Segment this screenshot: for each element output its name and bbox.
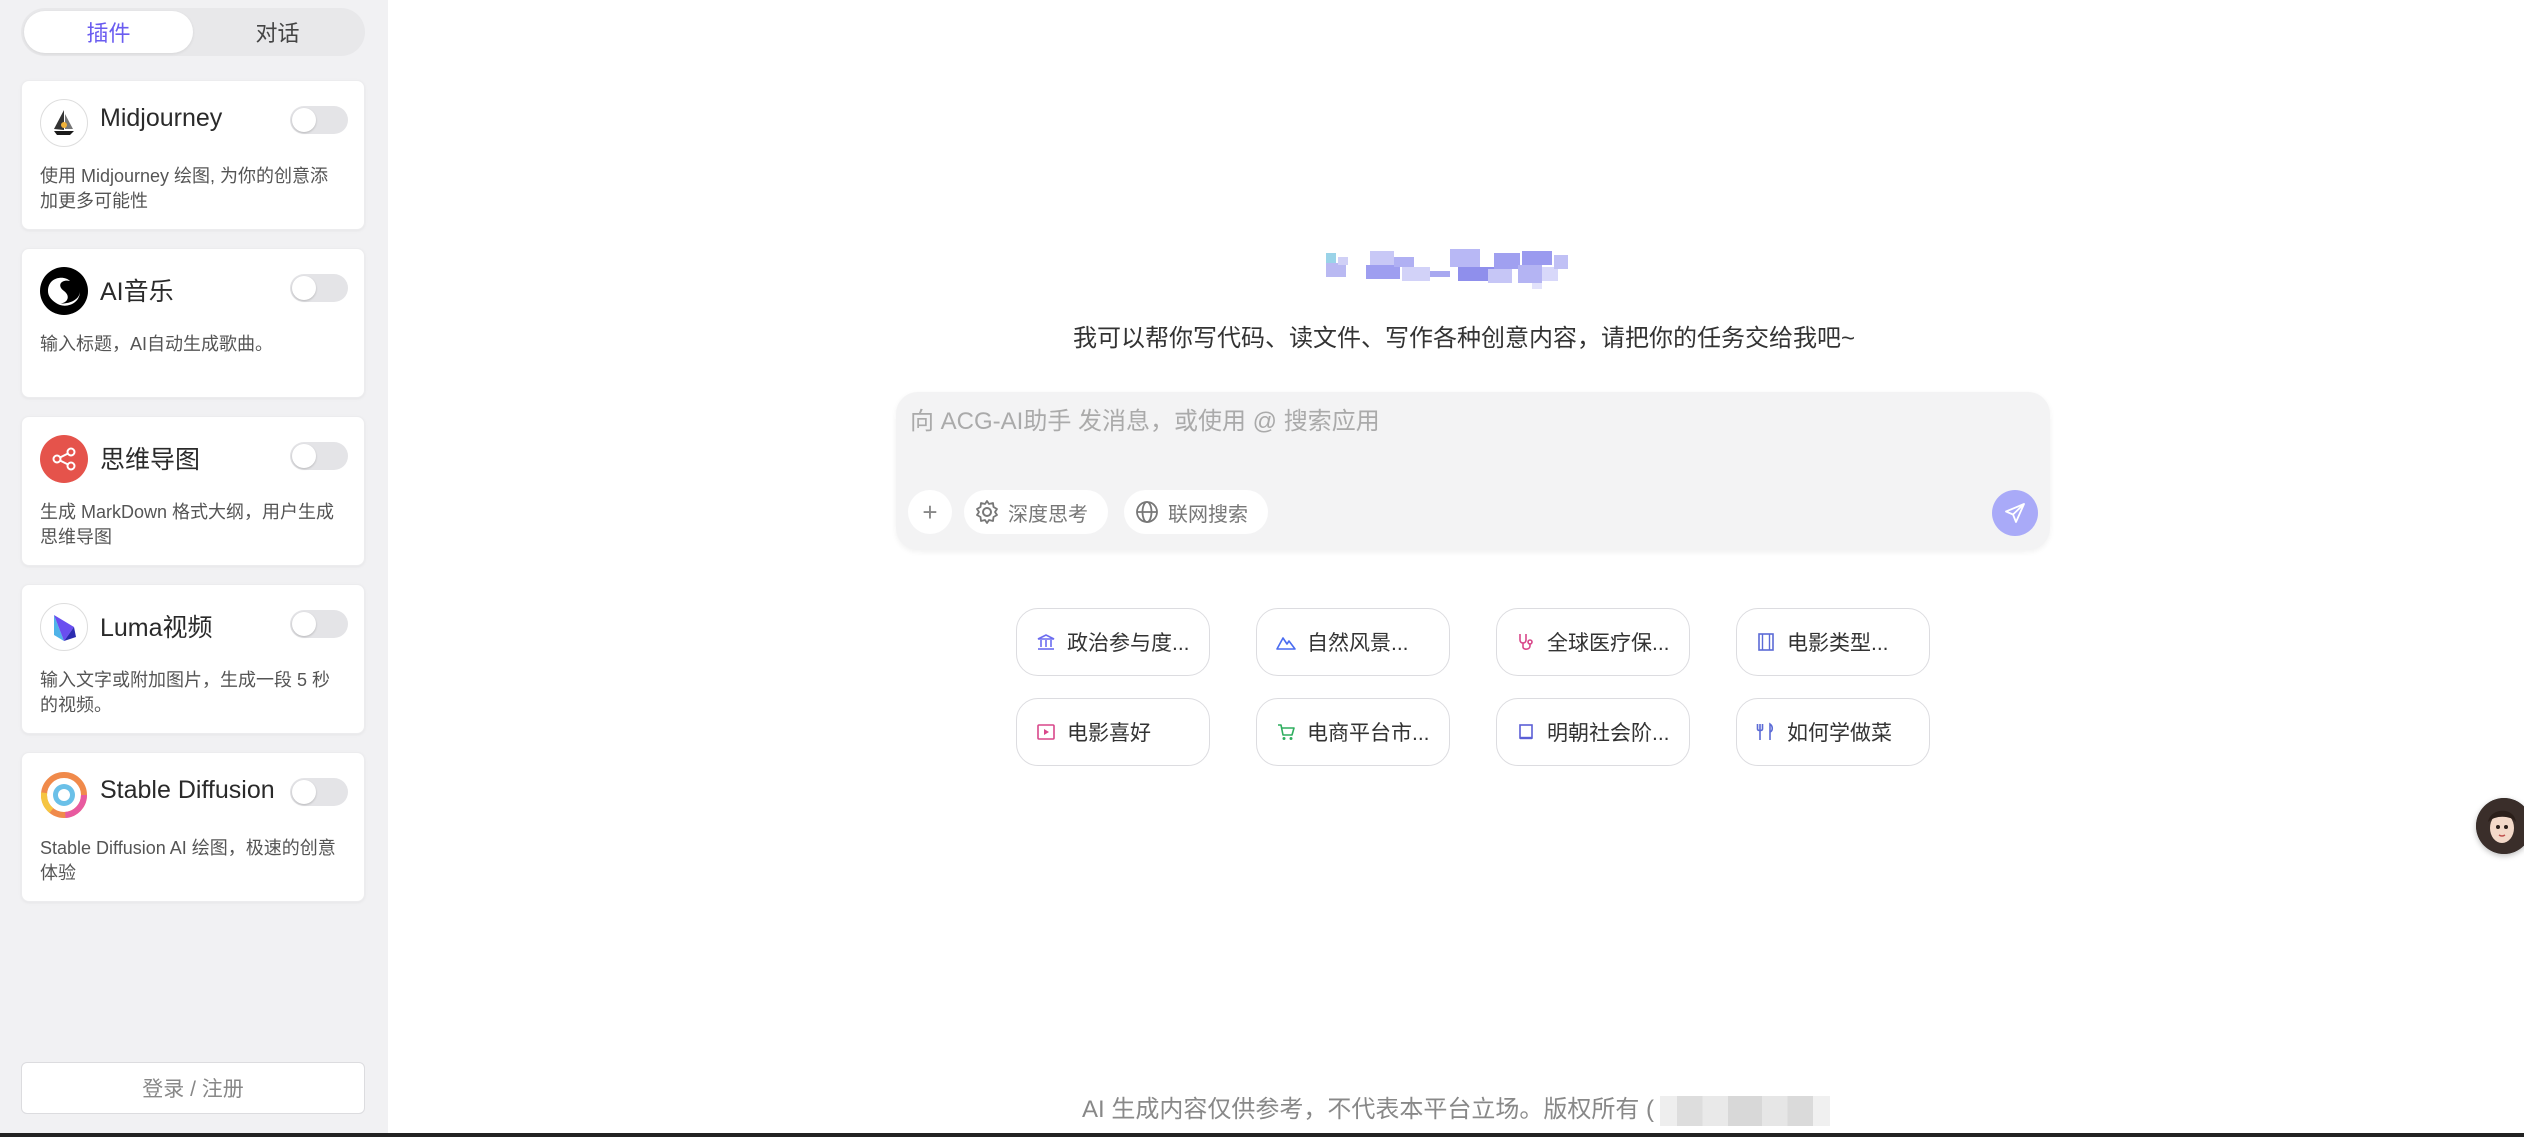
plugin-card-mindmap[interactable]: 思维导图 生成 MarkDown 格式大纲，用户生成思维导图	[21, 416, 365, 566]
plus-icon: +	[922, 496, 938, 527]
plugin-list: Midjourney 使用 Midjourney 绘图, 为你的创意添加更多可能…	[21, 80, 365, 920]
plugin-name: Stable Diffusion	[100, 776, 275, 804]
book-icon	[1515, 721, 1537, 743]
message-composer: + 深度思考 联网搜索	[896, 392, 2050, 550]
plugin-description: Stable Diffusion AI 绘图，极速的创意体验	[40, 838, 336, 883]
brand-logo	[1318, 237, 1638, 297]
suggestion-chip[interactable]: 电商平台市...	[1256, 698, 1450, 766]
message-input[interactable]	[910, 402, 2030, 442]
plugin-description: 输入标题，AI自动生成歌曲。	[40, 334, 274, 354]
plugin-toggle-mindmap[interactable]	[290, 442, 348, 470]
plugin-toggle-luma-video[interactable]	[290, 610, 348, 638]
suggestion-label: 政治参与度...	[1067, 632, 1190, 655]
suggestion-chip[interactable]: 政治参与度...	[1016, 608, 1210, 676]
plugin-name: 思维导图	[100, 446, 201, 474]
stethoscope-icon	[1515, 631, 1537, 653]
suggestion-label: 明朝社会阶...	[1547, 722, 1670, 745]
globe-icon	[1134, 499, 1160, 525]
plugin-description: 生成 MarkDown 格式大纲，用户生成思维导图	[40, 502, 335, 547]
sidebar: 插件 对话 Midjourney 使用 Midjourney 绘图, 为你的创意…	[0, 0, 388, 1137]
midjourney-boat-icon	[40, 99, 88, 147]
plugin-description: 使用 Midjourney 绘图, 为你的创意添加更多可能性	[40, 166, 329, 211]
suggestion-label: 如何学做菜	[1787, 722, 1892, 745]
plugin-toggle-midjourney[interactable]	[290, 106, 348, 134]
suggestion-chip[interactable]: 如何学做菜	[1736, 698, 1930, 766]
tab-plugins[interactable]: 插件	[24, 11, 193, 53]
play-square-icon	[1035, 721, 1057, 743]
suggestion-chip[interactable]: 电影类型...	[1736, 608, 1930, 676]
plugin-card-midjourney[interactable]: Midjourney 使用 Midjourney 绘图, 为你的创意添加更多可能…	[21, 80, 365, 230]
bank-icon	[1035, 631, 1057, 653]
plugin-card-ai-music[interactable]: AI音乐 输入标题，AI自动生成歌曲。	[21, 248, 365, 398]
plugin-name: Midjourney	[100, 104, 223, 132]
send-icon	[2005, 503, 2025, 523]
cart-icon	[1275, 721, 1297, 743]
suggestion-chip[interactable]: 自然风景...	[1256, 608, 1450, 676]
welcome-subtitle: 我可以帮你写代码、读文件、写作各种创意内容，请把你的任务交给我吧~	[388, 318, 2524, 353]
user-avatar[interactable]	[2476, 798, 2524, 854]
film-icon	[1755, 631, 1777, 653]
suggestion-chip[interactable]: 全球医疗保...	[1496, 608, 1690, 676]
welcome-subtitle-text: 我可以帮你写代码、读文件、写作各种创意内容，请把你的任务交给我吧~	[1072, 325, 1855, 352]
plugin-name: AI音乐	[100, 278, 174, 306]
plugin-card-stable-diffusion[interactable]: Stable Diffusion Stable Diffusion AI 绘图，…	[21, 752, 365, 902]
footer-disclaimer: AI 生成内容仅供参考，不代表本平台立场。版权所有 (	[388, 1089, 2524, 1126]
redacted-owner-name	[1660, 1095, 1830, 1126]
deep-think-label: 深度思考	[1008, 503, 1088, 526]
send-button[interactable]	[1992, 490, 2038, 536]
plugin-card-luma-video[interactable]: Luma视频 输入文字或附加图片，生成一段 5 秒的视频。	[21, 584, 365, 734]
web-search-label: 联网搜索	[1168, 503, 1248, 526]
suggestion-label: 电影喜好	[1067, 722, 1151, 745]
deep-think-button[interactable]: 深度思考	[964, 490, 1108, 534]
stable-diffusion-ring-icon	[40, 771, 88, 819]
music-swirl-icon	[40, 267, 88, 315]
suggestion-chip[interactable]: 明朝社会阶...	[1496, 698, 1690, 766]
suggestion-label: 全球医疗保...	[1547, 632, 1670, 655]
plugin-toggle-ai-music[interactable]	[290, 274, 348, 302]
suggestion-label: 电商平台市...	[1307, 722, 1430, 745]
mindmap-share-icon	[40, 435, 88, 483]
plugin-name: Luma视频	[100, 614, 213, 642]
luma-cube-icon	[40, 603, 88, 651]
web-search-button[interactable]: 联网搜索	[1124, 490, 1268, 534]
plugin-toggle-stable-diffusion[interactable]	[290, 778, 348, 806]
add-attachment-button[interactable]: +	[908, 490, 952, 534]
sidebar-tab-switcher: 插件 对话	[21, 8, 365, 56]
window-bottom-border	[0, 1133, 2524, 1137]
suggestion-label: 电影类型...	[1787, 632, 1889, 655]
suggestion-label: 自然风景...	[1307, 632, 1409, 655]
footer-text: AI 生成内容仅供参考，不代表本平台立场。版权所有 (	[1081, 1096, 1654, 1123]
app-root: 插件 对话 Midjourney 使用 Midjourney 绘图, 为你的创意…	[0, 0, 2524, 1137]
main-panel: 我可以帮你写代码、读文件、写作各种创意内容，请把你的任务交给我吧~ + 深度思考	[388, 0, 2524, 1137]
login-register-button[interactable]: 登录 / 注册	[21, 1062, 365, 1114]
tab-conversations[interactable]: 对话	[193, 11, 362, 53]
utensils-icon	[1755, 721, 1777, 743]
gear-icon	[974, 499, 1000, 525]
mountain-icon	[1275, 631, 1297, 653]
suggestion-chip[interactable]: 电影喜好	[1016, 698, 1210, 766]
plugin-description: 输入文字或附加图片，生成一段 5 秒的视频。	[40, 670, 331, 715]
